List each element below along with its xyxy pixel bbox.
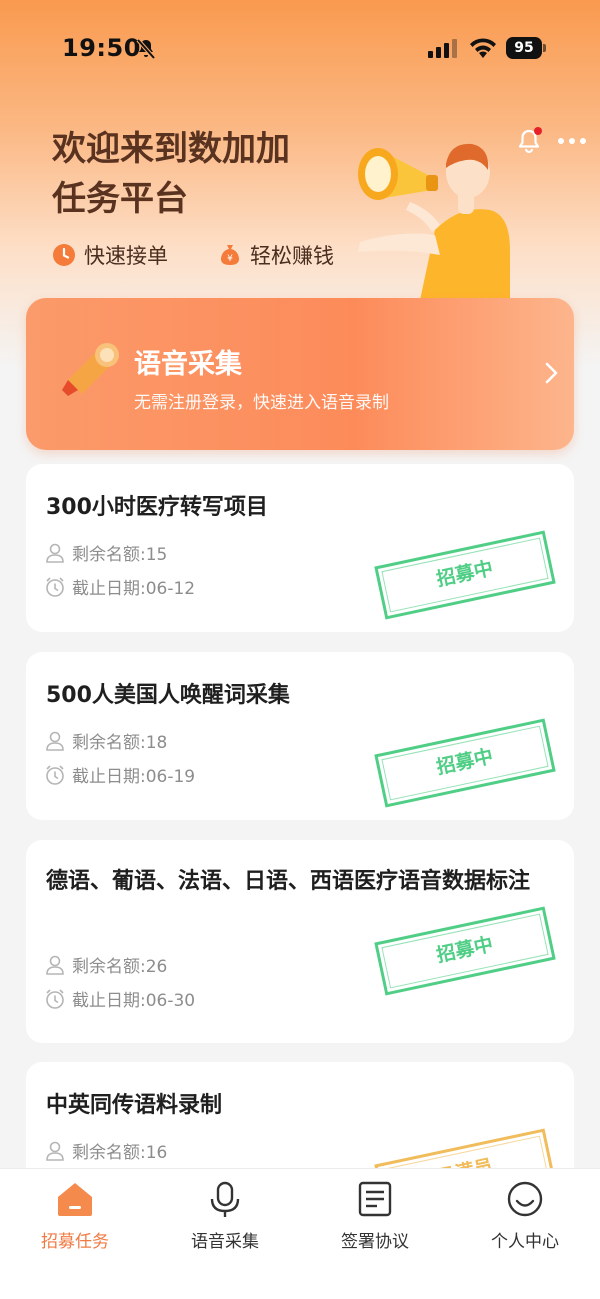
title-line-2: 任务平台	[52, 179, 188, 219]
title-line-1: 欢迎来到数加加	[52, 129, 290, 169]
bottom-tab-bar: 招募任务 语音采集 签署协议 个人中心	[0, 1168, 600, 1299]
feature-label: 快速接单	[84, 244, 168, 268]
banner-subtitle: 无需注册登录，快速进入语音录制	[134, 393, 389, 413]
task-title: 300小时医疗转写项目	[46, 495, 268, 520]
voice-collection-banner[interactable]: 语音采集 无需注册登录，快速进入语音录制	[26, 298, 574, 450]
tab-voice-collection[interactable]: 语音采集	[150, 1179, 300, 1252]
feature-label: 轻松赚钱	[250, 244, 334, 268]
tab-personal-center[interactable]: 个人中心	[450, 1179, 600, 1252]
tab-recruit-tasks[interactable]: 招募任务	[0, 1179, 150, 1252]
money-bag-icon: ¥	[221, 245, 239, 265]
user-icon	[46, 955, 64, 975]
feature-fast-accept: 快速接单	[52, 240, 168, 270]
tab-sign-agreement[interactable]: 签署协议	[300, 1179, 450, 1252]
tab-label: 签署协议	[341, 1232, 409, 1252]
user-icon	[46, 543, 64, 563]
feature-list: 快速接单 ¥ 轻松赚钱	[52, 240, 334, 270]
task-card[interactable]: 500人美国人唤醒词采集 剩余名额:18 截止日期:06-19 招募中	[26, 652, 574, 820]
task-quota-text: 剩余名额:16	[72, 1143, 168, 1163]
task-title: 500人美国人唤醒词采集	[46, 683, 290, 708]
task-quota-text: 剩余名额:15	[72, 545, 168, 565]
megaphone-person-illustration	[358, 143, 510, 300]
banner-title: 语音采集	[134, 349, 242, 380]
user-icon	[46, 1141, 64, 1161]
task-quota: 剩余名额:16	[44, 1138, 167, 1163]
status-stamp-recruiting: 招募中	[374, 906, 556, 996]
task-deadline: 截止日期:06-30	[44, 986, 195, 1011]
tab-label: 招募任务	[41, 1232, 109, 1252]
wifi-icon	[470, 38, 496, 58]
megaphone-icon	[62, 343, 119, 396]
task-deadline: 截止日期:06-19	[44, 762, 195, 787]
alarm-clock-icon	[46, 576, 64, 597]
task-quota: 剩余名额:15	[44, 540, 167, 565]
tab-label: 个人中心	[491, 1232, 559, 1252]
task-title: 德语、葡语、法语、日语、西语医疗语音数据标注	[46, 869, 531, 894]
task-title: 中英同传语料录制	[46, 1093, 223, 1118]
chevron-right-icon	[545, 362, 558, 384]
task-deadline: 截止日期:06-12	[44, 574, 195, 599]
task-deadline-text: 截止日期:06-19	[72, 767, 196, 787]
task-deadline-text: 截止日期:06-12	[72, 579, 196, 599]
alarm-clock-icon	[46, 988, 64, 1009]
feature-easy-earn: ¥ 轻松赚钱	[218, 240, 334, 270]
clock-icon	[53, 244, 75, 266]
user-icon	[46, 731, 64, 751]
smiley-icon	[507, 1181, 543, 1217]
status-stamp-recruiting: 招募中	[374, 718, 556, 808]
task-quota: 剩余名额:18	[44, 728, 167, 753]
svg-text:¥: ¥	[227, 254, 233, 264]
microphone-icon	[210, 1181, 240, 1217]
home-icon	[58, 1183, 92, 1216]
status-bar: 19:50 95	[0, 0, 600, 96]
page-title: 欢迎来到数加加 任务平台	[52, 124, 352, 224]
task-deadline-text: 截止日期:06-30	[72, 991, 196, 1011]
status-time: 19:50	[62, 34, 141, 62]
battery-indicator: 95	[506, 37, 546, 59]
task-card[interactable]: 300小时医疗转写项目 剩余名额:15 截止日期:06-12 招募中	[26, 464, 574, 632]
task-quota: 剩余名额:26	[44, 952, 167, 977]
tab-label: 语音采集	[191, 1232, 259, 1252]
task-quota-text: 剩余名额:26	[72, 957, 168, 977]
task-card[interactable]: 德语、葡语、法语、日语、西语医疗语音数据标注 剩余名额:26 截止日期:06-3…	[26, 840, 574, 1043]
task-quota-text: 剩余名额:18	[72, 733, 168, 753]
status-stamp-recruiting: 招募中	[374, 530, 556, 620]
signal-icon	[428, 39, 457, 58]
alarm-clock-icon	[46, 764, 64, 785]
bell-muted-icon	[136, 38, 156, 60]
document-icon	[358, 1181, 392, 1217]
battery-level: 95	[506, 37, 542, 59]
